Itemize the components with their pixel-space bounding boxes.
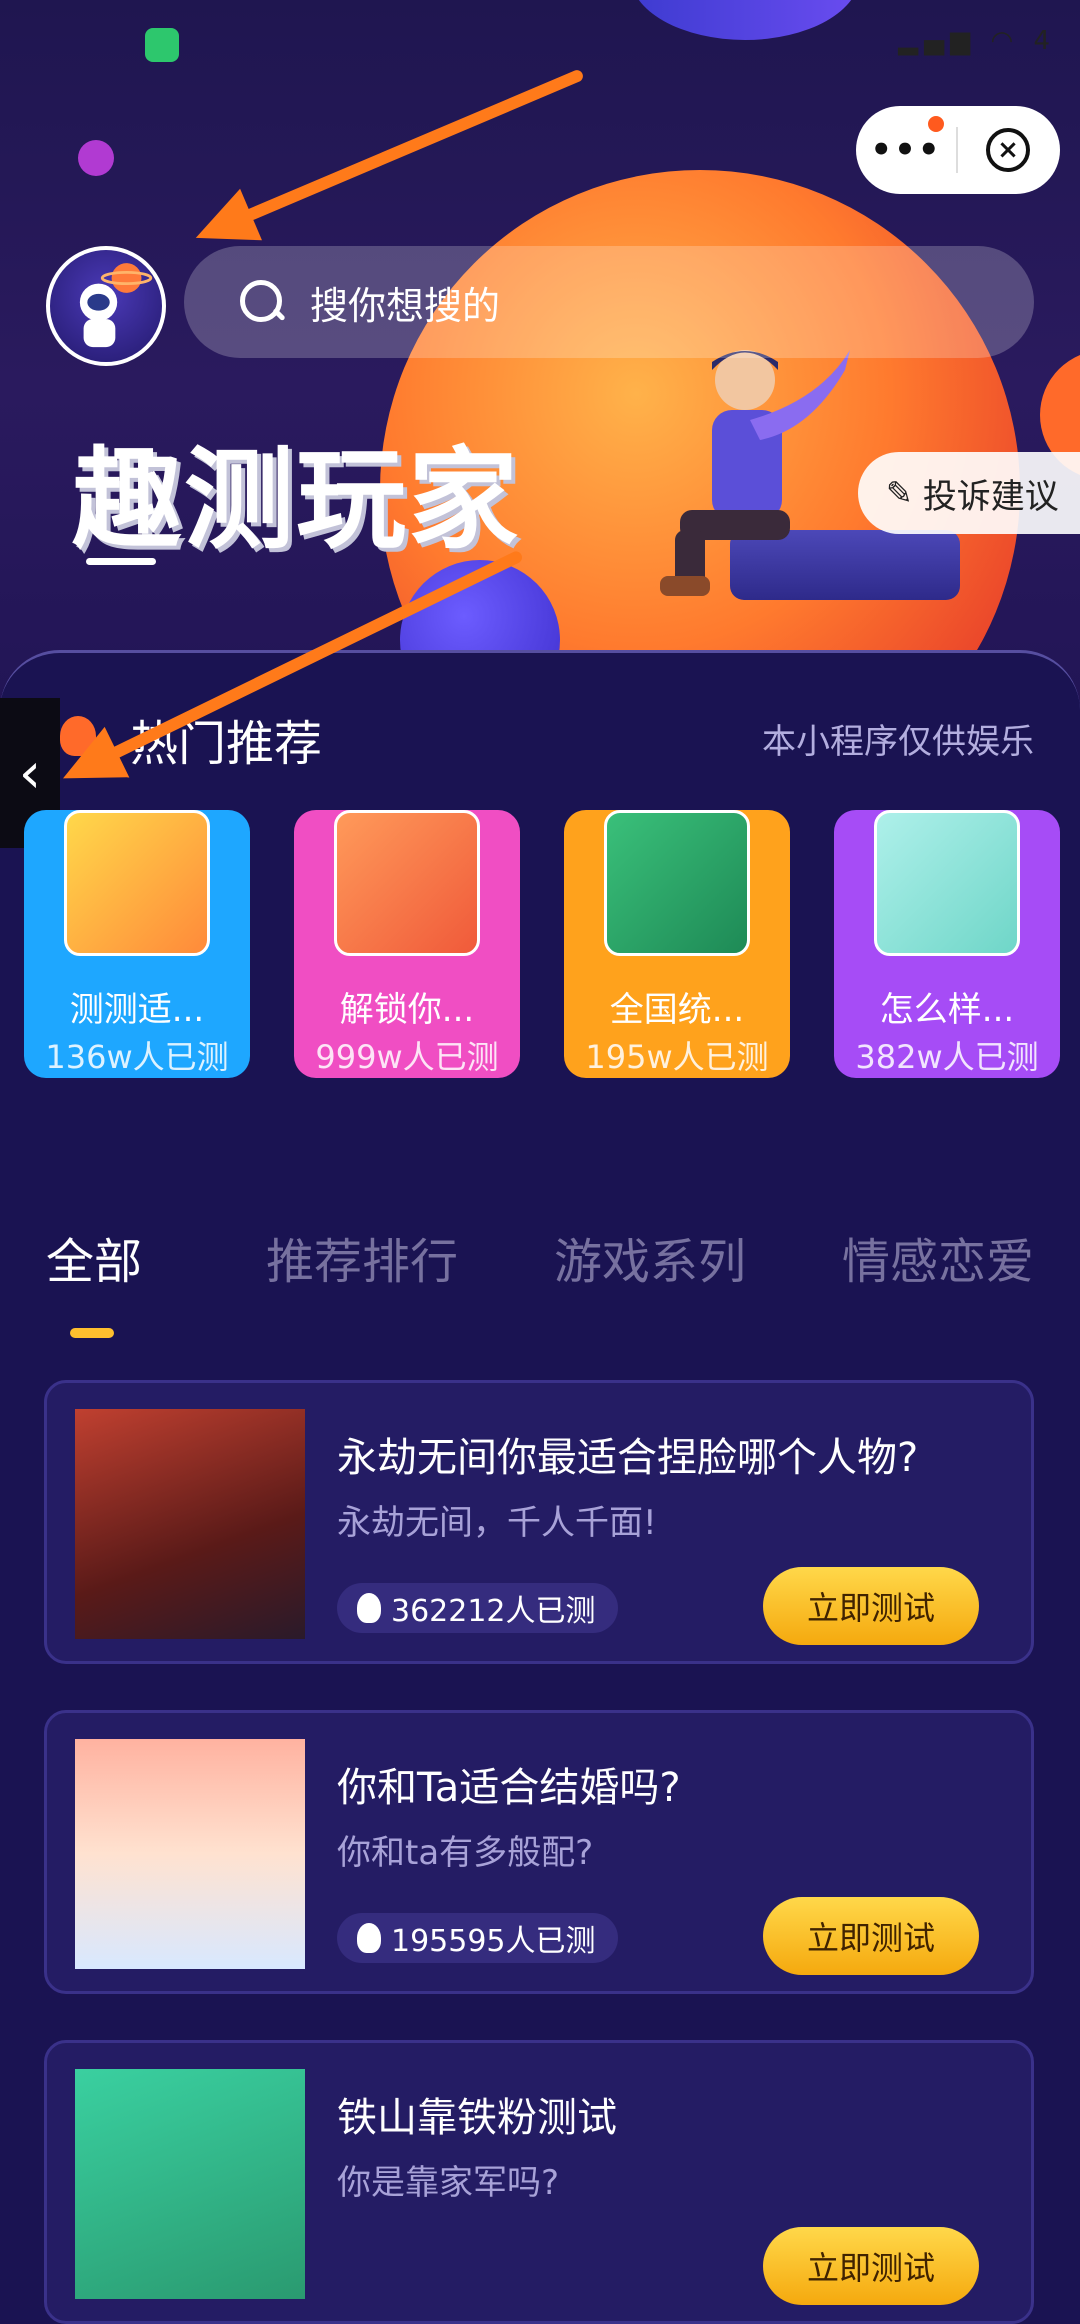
chevron-left-icon: ‹ <box>18 740 42 806</box>
tab-ranking[interactable]: 推荐排行 <box>266 1222 458 1292</box>
hot-card[interactable]: 怎么样... 382w人已测 <box>834 810 1060 1078</box>
pencil-icon: ✎ <box>886 474 913 512</box>
hot-card-name: 全国统... <box>609 990 745 1030</box>
hot-card-count: 136w人已测 <box>45 1038 229 1076</box>
close-icon: × <box>986 128 1030 172</box>
test-subtitle: 永劫无间，千人千面! <box>337 1503 657 1543</box>
test-count-badge: 362212人已测 <box>337 1583 618 1633</box>
status-bar: ▂▄▆ ◠ 4 <box>0 0 1080 84</box>
hot-card-name: 怎么样... <box>879 990 1015 1030</box>
fire-icon <box>357 1923 381 1953</box>
title-underline <box>86 558 156 565</box>
search-placeholder: 搜你想搜的 <box>310 283 501 328</box>
hot-card-count: 382w人已测 <box>855 1038 1039 1076</box>
test-cover-image <box>75 1739 305 1969</box>
search-icon <box>238 278 286 326</box>
tab-emotion[interactable]: 情感恋爱 <box>842 1222 1034 1292</box>
astronaut-icon <box>79 263 153 348</box>
search-input[interactable]: 搜你想搜的 <box>184 246 1034 358</box>
test-count: 362212人已测 <box>391 1594 596 1629</box>
test-cover-image <box>75 1409 305 1639</box>
hot-card[interactable]: 全国统... 195w人已测 <box>564 810 790 1078</box>
category-tabs: 全部 推荐排行 游戏系列 情感恋爱 <box>0 1222 1080 1302</box>
disclaimer-text: 本小程序仅供娱乐 <box>762 722 1034 762</box>
signal-icon: ▂▄▆ <box>898 26 977 56</box>
close-miniprogram-button[interactable]: × <box>958 106 1058 194</box>
avatar[interactable] <box>46 246 166 366</box>
feedback-label: 投诉建议 <box>922 476 1059 517</box>
tab-all[interactable]: 全部 <box>46 1222 142 1292</box>
hot-card[interactable]: 测测适... 136w人已测 <box>24 810 250 1078</box>
feedback-button[interactable]: ✎ 投诉建议 <box>858 452 1080 534</box>
hot-card-thumbnail <box>604 810 750 956</box>
start-test-button[interactable]: 立即测试 <box>763 2227 979 2305</box>
hot-card-thumbnail <box>874 810 1020 956</box>
test-count: 195595人已测 <box>391 1924 596 1959</box>
wifi-icon: ◠ <box>990 26 1020 56</box>
hot-card-thumbnail <box>64 810 210 956</box>
app-title: 趣测玩家 <box>72 436 520 564</box>
tab-indicator <box>70 1328 114 1338</box>
test-title: 你和Ta适合结婚吗? <box>337 1765 681 1811</box>
test-cover-image <box>75 2069 305 2299</box>
notification-dot <box>928 116 944 132</box>
hot-card[interactable]: 解锁你... 999w人已测 <box>294 810 520 1078</box>
test-subtitle: 你是靠家军吗? <box>337 2163 560 2203</box>
wechat-icon <box>145 28 179 62</box>
hot-card-count: 195w人已测 <box>585 1038 769 1076</box>
test-card[interactable]: 永劫无间你最适合捏脸哪个人物? 永劫无间，千人千面! 362212人已测 立即测… <box>44 1380 1034 1664</box>
test-title: 铁山靠铁粉测试 <box>337 2095 617 2141</box>
test-subtitle: 你和ta有多般配? <box>337 1833 594 1873</box>
hot-section-title: 热门推荐 <box>130 716 323 772</box>
battery-icon: 4 <box>1033 26 1056 56</box>
hot-card-thumbnail <box>334 810 480 956</box>
test-count-badge: 195595人已测 <box>337 1913 618 1963</box>
hot-card-name: 解锁你... <box>339 990 475 1030</box>
hot-card-name: 测测适... <box>69 990 205 1030</box>
hot-recommend-list: 测测适... 136w人已测 解锁你... 999w人已测 全国统... 195… <box>0 810 1080 1080</box>
miniprogram-capsule: ••• × <box>856 106 1060 194</box>
test-card[interactable]: 铁山靠铁粉测试 你是靠家军吗? 立即测试 <box>44 2040 1034 2324</box>
tab-games[interactable]: 游戏系列 <box>554 1222 746 1292</box>
planet-decoration <box>78 140 114 176</box>
status-icons: ▂▄▆ ◠ 4 <box>898 26 1056 56</box>
test-card[interactable]: 你和Ta适合结婚吗? 你和ta有多般配? 195595人已测 立即测试 <box>44 1710 1034 1994</box>
reading-person-illustration <box>660 350 850 596</box>
fire-icon <box>357 1593 381 1623</box>
start-test-button[interactable]: 立即测试 <box>763 1567 979 1645</box>
hot-card-count: 999w人已测 <box>315 1038 499 1076</box>
start-test-button[interactable]: 立即测试 <box>763 1897 979 1975</box>
test-title: 永劫无间你最适合捏脸哪个人物? <box>337 1435 919 1481</box>
